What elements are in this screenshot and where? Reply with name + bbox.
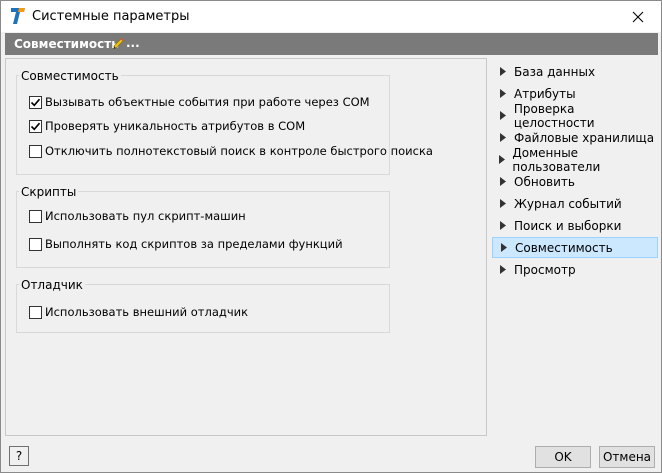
ok-button[interactable]: OK bbox=[535, 446, 591, 468]
group-compatibility-title: Совместимость bbox=[19, 69, 121, 83]
expand-arrow-icon[interactable] bbox=[499, 155, 506, 164]
checkbox-check-unique-attrs[interactable]: Проверять уникальность атрибутов в COM bbox=[29, 119, 305, 133]
checkbox-box[interactable] bbox=[29, 305, 42, 319]
tree-item-integrity-check[interactable]: Проверка целостности bbox=[492, 102, 658, 130]
tree-item-compatibility[interactable]: Совместимость bbox=[492, 237, 658, 258]
group-scripts-title: Скрипты bbox=[19, 185, 79, 199]
tree-item-label: Проверка целостности bbox=[513, 101, 595, 130]
checkbox-box[interactable] bbox=[29, 95, 42, 109]
expand-arrow-icon[interactable] bbox=[500, 67, 506, 76]
pencil-icon[interactable] bbox=[112, 36, 126, 50]
checkbox-label: Использовать пул скрипт-машин bbox=[45, 209, 246, 223]
tree-item-label: Файловые хранилища bbox=[514, 130, 655, 145]
expand-arrow-icon[interactable] bbox=[500, 177, 506, 186]
tree-item-label: Совместимость bbox=[515, 240, 613, 255]
tree-item-label: Атрибуты bbox=[514, 86, 576, 101]
tree-item-view[interactable]: Просмотр bbox=[492, 259, 658, 280]
help-button[interactable]: ? bbox=[9, 446, 29, 466]
system-settings-dialog: Системные параметры Совместимость ... Со… bbox=[0, 0, 662, 473]
checkbox-use-script-pool[interactable]: Использовать пул скрипт-машин bbox=[29, 209, 246, 223]
checkbox-label: Вызывать объектные события при работе че… bbox=[45, 95, 370, 109]
group-scripts bbox=[16, 191, 390, 268]
help-icon: ? bbox=[15, 449, 23, 463]
tree-item-label: База данных bbox=[514, 64, 596, 79]
expand-arrow-icon[interactable] bbox=[500, 89, 506, 98]
checkbox-disable-fulltext-search[interactable]: Отключить полнотекстовый поиск в контрол… bbox=[29, 144, 433, 158]
expand-arrow-icon[interactable] bbox=[501, 243, 507, 252]
checkbox-label: Проверять уникальность атрибутов в COM bbox=[45, 119, 306, 133]
window-title: Системные параметры bbox=[32, 9, 190, 24]
tree-item-domain-users[interactable]: Доменные пользователи bbox=[492, 146, 658, 174]
settings-panel: Совместимость Вызывать объектные события… bbox=[5, 58, 487, 436]
tree-item-label: Просмотр bbox=[514, 262, 576, 277]
checkbox-box[interactable] bbox=[29, 209, 42, 223]
tree-item-label: Доменные пользователи bbox=[512, 145, 601, 174]
checkbox-box[interactable] bbox=[29, 237, 42, 251]
close-icon bbox=[632, 11, 644, 22]
checkbox-label: Выполнять код скриптов за пределами функ… bbox=[45, 237, 343, 251]
section-title: Совместимость bbox=[14, 37, 119, 51]
group-debugger-title: Отладчик bbox=[19, 278, 85, 292]
tree-item-search-and-queries[interactable]: Поиск и выборки bbox=[492, 215, 658, 236]
app-logo-icon bbox=[11, 8, 25, 24]
expand-arrow-icon[interactable] bbox=[500, 199, 506, 208]
tree-item-label: Журнал событий bbox=[514, 196, 622, 211]
expand-arrow-icon[interactable] bbox=[500, 265, 506, 274]
close-button[interactable] bbox=[615, 1, 661, 32]
header-ellipsis: ... bbox=[126, 36, 140, 50]
checkbox-label: Отключить полнотекстовый поиск в контрол… bbox=[45, 144, 433, 158]
checkbox-box[interactable] bbox=[29, 144, 42, 158]
settings-tree: База данных Атрибуты Проверка целостност… bbox=[491, 58, 659, 436]
section-header: Совместимость ... bbox=[5, 33, 658, 55]
title-bar: Системные параметры bbox=[1, 1, 661, 32]
checkmark-icon bbox=[30, 122, 41, 130]
tree-item-database[interactable]: База данных bbox=[492, 61, 658, 82]
expand-arrow-icon[interactable] bbox=[499, 111, 506, 120]
expand-arrow-icon[interactable] bbox=[500, 133, 506, 142]
expand-arrow-icon[interactable] bbox=[500, 221, 506, 230]
tree-item-update[interactable]: Обновить bbox=[492, 171, 658, 192]
checkbox-label: Использовать внешний отладчик bbox=[45, 305, 249, 319]
checkbox-use-external-debugger[interactable]: Использовать внешний отладчик bbox=[29, 305, 248, 319]
checkbox-box[interactable] bbox=[29, 119, 42, 133]
checkbox-fire-object-events[interactable]: Вызывать объектные события при работе че… bbox=[29, 95, 370, 109]
tree-item-label: Обновить bbox=[514, 174, 575, 189]
tree-item-event-log[interactable]: Журнал событий bbox=[492, 193, 658, 214]
checkbox-run-code-outside-functions[interactable]: Выполнять код скриптов за пределами функ… bbox=[29, 237, 343, 251]
cancel-button[interactable]: Отмена bbox=[599, 446, 655, 468]
checkmark-icon bbox=[30, 98, 41, 106]
tree-item-label: Поиск и выборки bbox=[514, 218, 622, 233]
